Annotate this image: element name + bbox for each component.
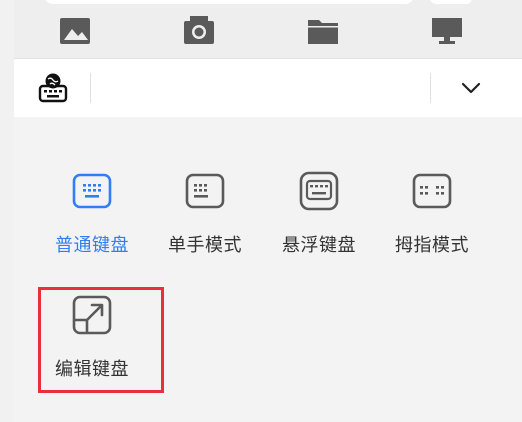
keyboard-one-hand-icon [183,169,227,213]
toolbar-divider-right [430,73,431,103]
top-input-pill [44,0,414,4]
mode-one-hand[interactable]: 单手模式 [155,169,255,279]
highlight-box [38,287,164,393]
keyboard-toolbar [14,58,522,118]
mode-thumb[interactable]: 拇指模式 [382,169,482,279]
attachment-bar [14,0,522,58]
mode-label: 普通键盘 [55,235,129,256]
keyboard-floating-icon [297,169,341,213]
keyboard-standard-icon [70,169,114,213]
chevron-down-icon[interactable] [456,75,486,101]
keyboard-thumb-icon [410,169,454,213]
mode-label: 拇指模式 [395,235,469,256]
mode-floating-keyboard[interactable]: 悬浮键盘 [269,169,369,279]
camera-icon[interactable] [182,14,216,48]
folder-icon[interactable] [306,14,340,48]
image-icon[interactable] [58,14,92,48]
top-pill-right [430,0,472,4]
monitor-icon[interactable] [430,14,464,48]
mode-label: 单手模式 [168,235,242,256]
keyboard-language-icon[interactable] [36,71,70,105]
toolbar-divider-left [90,73,91,103]
mode-standard-keyboard[interactable]: 普通键盘 [42,169,142,279]
mode-label: 悬浮键盘 [282,235,356,256]
